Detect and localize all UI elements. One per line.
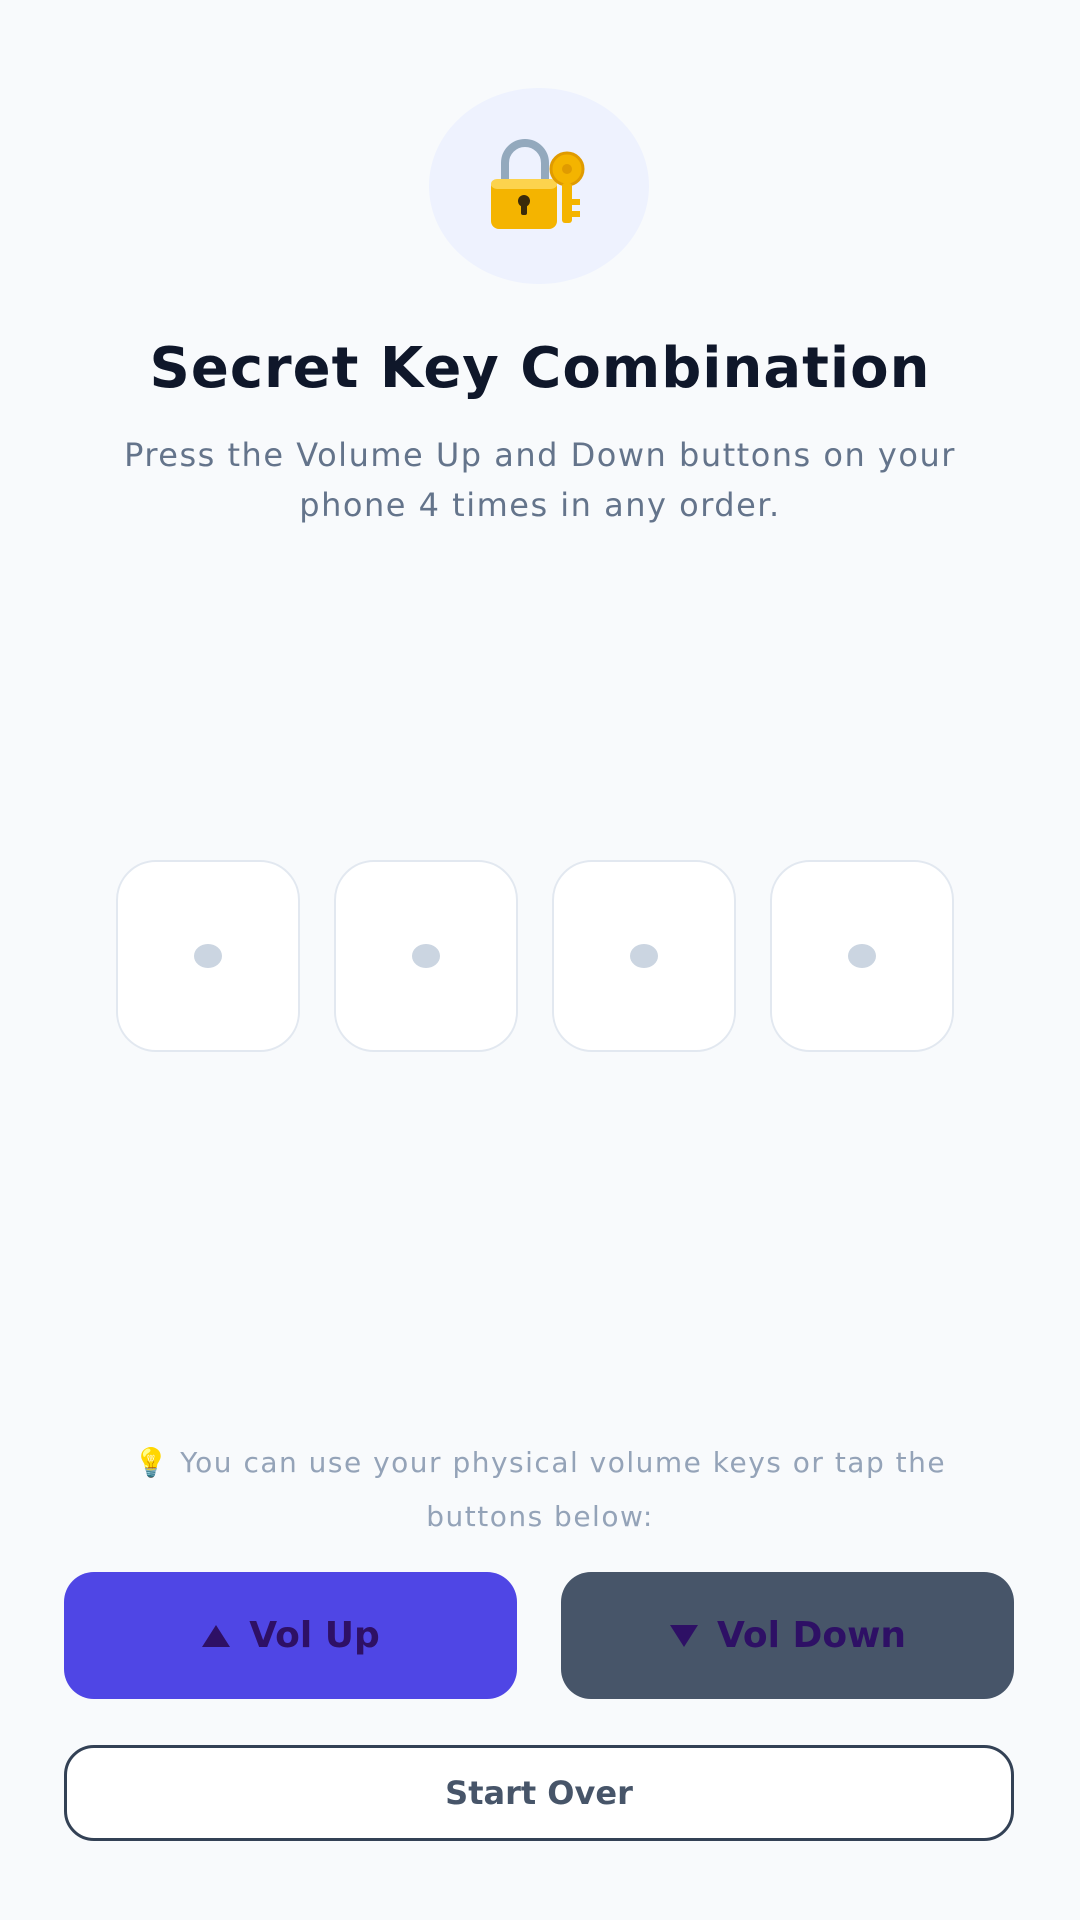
key-slot-4 (770, 860, 954, 1052)
start-over-button[interactable]: Start Over (64, 1745, 1014, 1841)
vol-down-label: Vol Down (717, 1615, 906, 1656)
triangle-up-icon (202, 1624, 231, 1647)
key-slot-2 (334, 860, 518, 1052)
lock-with-key-icon (491, 139, 585, 229)
key-sequence-slots (116, 860, 954, 1052)
empty-slot-dot (412, 944, 440, 968)
empty-slot-dot (848, 944, 876, 968)
hint-text: You can use your physical volume keys or… (180, 1446, 947, 1533)
vol-down-button[interactable]: Vol Down (561, 1572, 1014, 1699)
triangle-down-icon (670, 1624, 698, 1647)
hint-message: 💡 You can use your physical volume keys o… (80, 1436, 1000, 1544)
vol-up-label: Vol Up (249, 1615, 380, 1656)
page-title: Secret Key Combination (149, 336, 931, 401)
key-slot-3 (552, 860, 736, 1052)
key-slot-1 (116, 860, 300, 1052)
empty-slot-dot (630, 944, 658, 968)
lock-icon-container (429, 88, 649, 284)
lightbulb-icon: 💡 (133, 1446, 171, 1479)
vol-up-button[interactable]: Vol Up (64, 1572, 517, 1699)
volume-buttons: Vol Up Vol Down (64, 1572, 1014, 1699)
empty-slot-dot (194, 944, 222, 968)
instructions-text: Press the Volume Up and Down buttons on … (124, 436, 956, 524)
